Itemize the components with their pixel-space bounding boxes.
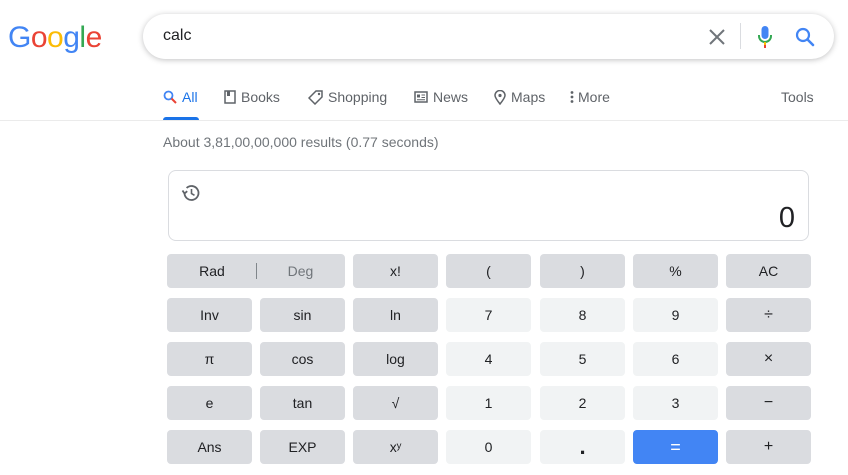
tab-books[interactable]: Books: [224, 86, 280, 120]
book-icon: [224, 89, 236, 105]
tag-icon: [308, 89, 323, 105]
digit-9-button[interactable]: 9: [633, 298, 718, 332]
tab-news[interactable]: News: [414, 86, 468, 120]
digit-4-button[interactable]: 4: [446, 342, 531, 376]
digit-5-button[interactable]: 5: [540, 342, 625, 376]
sqrt-button[interactable]: √: [353, 386, 438, 420]
google-logo[interactable]: Google: [8, 20, 102, 56]
multiply-button[interactable]: ×: [726, 342, 811, 376]
tab-label: News: [433, 89, 469, 105]
search-divider: [740, 23, 741, 49]
logo-letter: o: [30, 21, 48, 54]
tab-label: Books: [241, 89, 280, 105]
voice-search-button[interactable]: [752, 24, 778, 50]
equals-button[interactable]: =: [633, 430, 718, 464]
digit-7-button[interactable]: 7: [446, 298, 531, 332]
digit-1-button[interactable]: 1: [446, 386, 531, 420]
tools-button[interactable]: Tools: [781, 86, 814, 120]
plus-button[interactable]: +: [726, 430, 811, 464]
rad-deg-toggle[interactable]: Rad Deg: [167, 254, 345, 288]
cos-button[interactable]: cos: [260, 342, 345, 376]
power-button[interactable]: xʸ: [353, 430, 438, 464]
logo-letter: e: [85, 21, 103, 54]
sin-button[interactable]: sin: [260, 298, 345, 332]
divide-button[interactable]: ÷: [726, 298, 811, 332]
result-stats: About 3,81,00,00,000 results (0.77 secon…: [163, 134, 439, 150]
search-input[interactable]: [163, 25, 683, 47]
right-paren-button[interactable]: ): [540, 254, 625, 288]
digit-2-button[interactable]: 2: [540, 386, 625, 420]
history-icon[interactable]: [180, 182, 202, 204]
tab-shopping[interactable]: Shopping: [308, 86, 387, 120]
euler-button[interactable]: e: [167, 386, 252, 420]
all-clear-button[interactable]: AC: [726, 254, 811, 288]
ln-button[interactable]: ln: [353, 298, 438, 332]
digit-6-button[interactable]: 6: [633, 342, 718, 376]
digit-0-button[interactable]: 0: [446, 430, 531, 464]
pi-button[interactable]: π: [167, 342, 252, 376]
close-icon: [709, 29, 725, 45]
more-vert-icon: [570, 89, 574, 105]
map-pin-icon: [494, 89, 506, 105]
search-icon: [163, 89, 177, 105]
tab-more[interactable]: More: [570, 86, 610, 120]
logo-letter: G: [8, 21, 31, 54]
percent-button[interactable]: %: [633, 254, 718, 288]
digit-3-button[interactable]: 3: [633, 386, 718, 420]
clear-button[interactable]: [704, 24, 730, 50]
tools-label: Tools: [781, 89, 814, 105]
microphone-icon: [758, 26, 772, 48]
tab-label: All: [182, 89, 198, 105]
answer-button[interactable]: Ans: [167, 430, 252, 464]
search-icon: [795, 27, 815, 47]
tab-label: More: [578, 89, 610, 105]
logo-letter: o: [47, 21, 64, 54]
search-bar: [143, 14, 834, 59]
logo-letter: g: [63, 21, 80, 54]
deg-button[interactable]: Deg: [257, 263, 344, 279]
display-value: 0: [778, 202, 795, 234]
tab-all[interactable]: All: [163, 86, 199, 120]
decimal-button[interactable]: .: [540, 430, 625, 464]
tab-label: Shopping: [328, 89, 388, 105]
exp-button[interactable]: EXP: [260, 430, 345, 464]
calculator-display: 0: [168, 170, 809, 241]
news-icon: [414, 89, 428, 105]
search-button[interactable]: [792, 24, 818, 50]
tab-maps[interactable]: Maps: [494, 86, 545, 120]
tab-label: Maps: [511, 89, 546, 105]
tan-button[interactable]: tan: [260, 386, 345, 420]
log-button[interactable]: log: [353, 342, 438, 376]
factorial-button[interactable]: x!: [353, 254, 438, 288]
header-divider: [0, 120, 848, 121]
search-tabs: All Books Shopping News Maps More Tools: [0, 86, 848, 120]
minus-button[interactable]: −: [726, 386, 811, 420]
digit-8-button[interactable]: 8: [540, 298, 625, 332]
left-paren-button[interactable]: (: [446, 254, 531, 288]
rad-button[interactable]: Rad: [168, 263, 256, 279]
inverse-button[interactable]: Inv: [167, 298, 252, 332]
